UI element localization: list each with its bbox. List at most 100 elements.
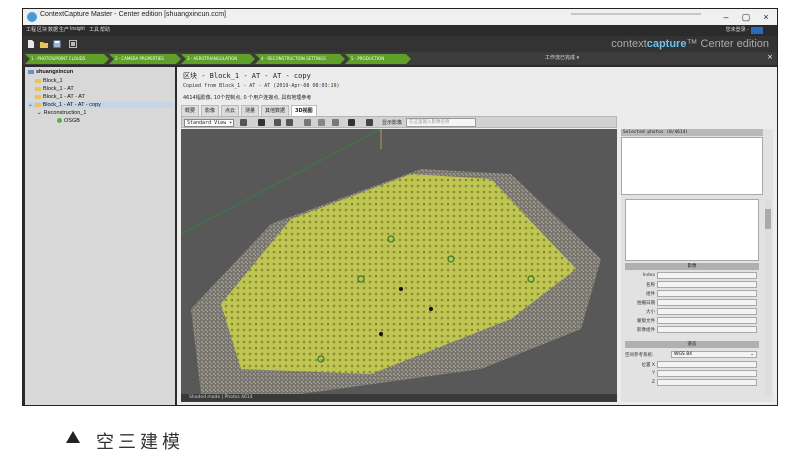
pose-section-header: 姿态 (625, 341, 759, 348)
tree-item-osgb[interactable]: OSGB (57, 118, 80, 124)
field-label-image-component: 影像组件 (637, 328, 655, 333)
tab-additional-data[interactable]: 其他数据 (261, 105, 290, 116)
tree-item-block1[interactable]: Block_1 (35, 78, 63, 84)
photo-preview-area (625, 199, 759, 261)
field-label-name: 名称 (646, 283, 655, 288)
window-title: ContextCapture Master - Center edition [… (40, 11, 226, 18)
job-queue-status[interactable]: 工作流已完成 ▾ (545, 54, 579, 61)
photo-thumbnail-area (621, 137, 763, 195)
grid-icon[interactable] (318, 119, 325, 126)
srs-label: 空间参考系统: (625, 353, 654, 358)
field-label-size: 大小 (646, 310, 655, 315)
brush-icon[interactable] (348, 119, 355, 126)
caption-marker-icon (66, 431, 80, 443)
field-image-component[interactable] (657, 326, 757, 333)
panel-scrollbar-thumb[interactable] (765, 209, 771, 229)
save-icon[interactable] (53, 40, 61, 48)
snapshot-icon[interactable] (286, 119, 293, 126)
block-icon (35, 78, 41, 83)
field-label-index: Index (642, 273, 655, 278)
user-badge[interactable] (751, 27, 763, 34)
pose-x-field[interactable] (657, 361, 757, 368)
edit-pencil-icon[interactable]: ✎ (333, 83, 338, 89)
new-file-icon[interactable] (27, 40, 35, 48)
menu-data[interactable]: 数据 (48, 26, 58, 33)
menu-bar: 工程 区块 数据 生产 Insight 工具 帮助 您未登录 - (23, 25, 777, 36)
block-summary: 4614幅影像, 10个控制点, 0 个用户连接点, 具有地理参考 (183, 95, 312, 101)
workflow-step-reconstruction[interactable]: 4 · RECONSTRUCTION SETTINGS (255, 54, 345, 64)
tree-item-reconstruction[interactable]: ⌄ Reconstruction_1 (37, 110, 86, 116)
tree-item-block1-at-at[interactable]: Block_1 - AT - AT (35, 94, 85, 100)
workflow-bar: 1 · PHOTOS/POINT CLOUDS 2 · CAMERA PROPE… (23, 53, 777, 65)
expand-chevron-icon[interactable]: ⌄ (37, 110, 42, 116)
menu-tools[interactable]: 工具 (89, 26, 99, 33)
title-bar: ContextCapture Master - Center edition [… (23, 9, 777, 25)
photo-properties-panel: Selected photos (0/4614) 影像 Index 名称 组件 … (621, 129, 773, 402)
copied-from-note: Copied from Block_1 - AT - AT (2019-Apr-… (183, 83, 340, 89)
workflow-step-aerotriangulation[interactable]: 3 · AEROTRIANGULATION (181, 54, 255, 64)
view-mode-select[interactable]: Standard View ▾ (184, 119, 234, 127)
pose-y-field[interactable] (657, 370, 757, 377)
block-panel: 区块 - Block_1 - AT - AT - copy Copied fro… (177, 67, 777, 405)
page-title: 区块 - Block_1 - AT - AT - copy (183, 72, 311, 80)
3d-viewport[interactable] (181, 129, 617, 394)
srs-select[interactable]: WGS 84 ⌄ (671, 351, 757, 358)
tree-project-root[interactable]: shuangxincun (28, 69, 73, 75)
pose-label-z: Z (651, 380, 655, 385)
close-window-button[interactable]: × (757, 10, 775, 24)
aerotriangulation-scene (181, 129, 617, 394)
figure-caption: 空三建模 (96, 432, 184, 453)
menu-production[interactable]: 生产 (59, 26, 69, 33)
tab-point-clouds[interactable]: 点云 (221, 105, 240, 116)
project-icon (28, 69, 34, 74)
filter-icon[interactable] (366, 119, 373, 126)
pose-label-x: 位置 X (641, 363, 655, 368)
menu-help[interactable]: 帮助 (100, 26, 110, 33)
selected-photos-header: Selected photos (0/4614) (621, 129, 763, 136)
open-folder-icon[interactable] (40, 40, 48, 48)
tab-photos[interactable]: 影像 (201, 105, 220, 116)
field-size[interactable] (657, 308, 757, 315)
pose-label-y: Y (652, 371, 655, 376)
field-label-component: 组件 (646, 292, 655, 297)
layers-icon[interactable] (240, 119, 247, 126)
tree-item-block1-at[interactable]: Block_1 - AT (35, 86, 74, 92)
tab-surveys[interactable]: 测量 (241, 105, 260, 116)
maximize-button[interactable]: ▢ (737, 10, 755, 24)
field-date[interactable] (657, 299, 757, 306)
bucket-icon[interactable] (258, 119, 265, 126)
block-icon (35, 86, 41, 91)
minimize-button[interactable]: – (717, 10, 735, 24)
screen-icon[interactable] (69, 40, 77, 48)
tree-item-block1-copy[interactable]: ⌄ Block_1 - AT - AT - copy (28, 102, 173, 108)
menu-block[interactable]: 区块 (37, 26, 47, 33)
field-mask[interactable] (657, 317, 757, 324)
measure-icon[interactable] (304, 119, 311, 126)
pose-z-field[interactable] (657, 379, 757, 386)
workflow-step-camera[interactable]: 2 · CAMERA PROPERTIES (109, 54, 181, 64)
menu-insight[interactable]: Insight (70, 26, 85, 32)
view-toolbar: Standard View ▾ 显示影像 在这里输入影像名称 (181, 116, 617, 128)
production-icon (57, 118, 62, 124)
expand-chevron-icon[interactable]: ⌄ (28, 102, 33, 108)
field-name[interactable] (657, 281, 757, 288)
workflow-step-photos[interactable]: 1 · PHOTOS/POINT CLOUDS (25, 54, 109, 64)
camera-icon[interactable] (274, 119, 281, 126)
workflow-step-production[interactable]: 5 · PRODUCTION (345, 54, 411, 64)
field-component[interactable] (657, 290, 757, 297)
image-search-input[interactable]: 在这里输入影像名称 (406, 118, 476, 127)
show-images-label: 显示影像 (382, 120, 403, 126)
close-workflow-button[interactable]: × (767, 53, 773, 61)
brand-logo: contextcapture™ Center edition (611, 38, 769, 50)
app-screenshot: ContextCapture Master - Center edition [… (22, 8, 778, 406)
field-label-date: 拍摄日期 (637, 301, 655, 306)
menu-project[interactable]: 工程 (26, 26, 36, 33)
project-tree: shuangxincun Block_1 Block_1 - AT Block_… (25, 67, 175, 405)
tab-3d-view[interactable]: 3D视图 (291, 105, 317, 116)
field-label-mask: 蒙版文件 (637, 319, 655, 324)
field-index[interactable] (657, 272, 757, 279)
login-status[interactable]: 您未登录 - (726, 26, 749, 33)
tab-general[interactable]: 概要 (181, 105, 200, 116)
table-icon[interactable] (332, 119, 339, 126)
block-icon (34, 102, 41, 107)
